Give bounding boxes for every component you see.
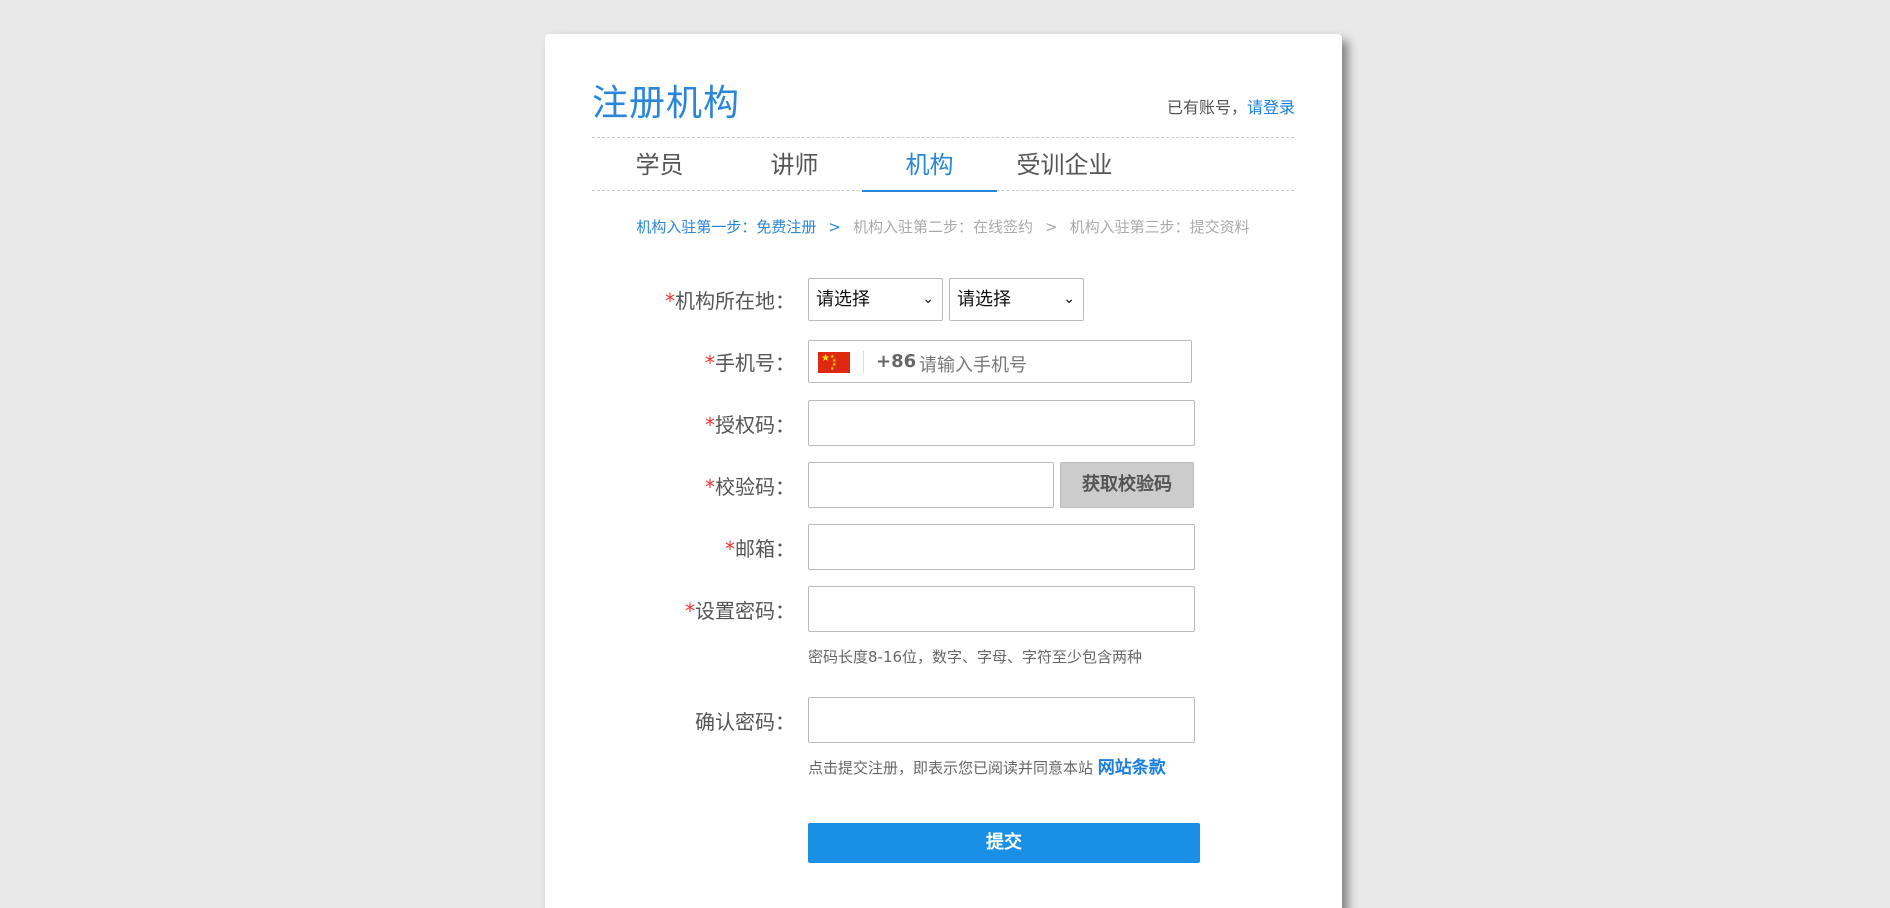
terms-hint: 点击提交注册，即表示您已阅读并同意本站 网站条款 [808,758,1166,778]
auth-code-label: *授权码： [705,413,795,437]
phone-input[interactable]: ★ ★ ★ ★ ★ +86 请输入手机号 [808,340,1192,383]
phone-placeholder: 请输入手机号 [919,355,1027,376]
step-2: 机构入驻第二步：在线签约 [852,218,1033,236]
confirm-password-field[interactable] [808,697,1195,743]
tab-enterprise[interactable]: 受训企业 [997,138,1132,190]
submit-button[interactable]: 提交 [808,823,1200,863]
email-label: *邮箱： [725,537,795,561]
email-field[interactable] [808,524,1195,570]
tab-institution[interactable]: 机构 [862,138,997,192]
tab-teacher[interactable]: 讲师 [727,138,862,190]
divider [863,351,864,373]
country-code[interactable]: +86 [876,351,916,372]
step-arrow: > [828,218,841,236]
city-select[interactable]: 请选择 ⌄ [949,278,1084,321]
step-1: 机构入驻第一步：免费注册 [636,218,817,236]
role-tabs: 学员 讲师 机构 受训企业 [592,137,1294,192]
page-title: 注册机构 [592,83,741,124]
chevron-down-icon: ⌄ [1063,291,1075,307]
registration-steps: 机构入驻第一步：免费注册 > 机构入驻第二步：在线签约 > 机构入驻第三步：提交资料 [592,216,1294,237]
password-label: *设置密码： [685,599,795,623]
tab-student[interactable]: 学员 [592,138,727,190]
login-prefix: 已有账号， [1166,98,1247,117]
verify-code-input[interactable] [808,462,1054,508]
location-label: *机构所在地： [665,289,795,313]
verify-code-label: *校验码： [705,475,795,499]
phone-label: *手机号： [705,351,795,375]
auth-code-input[interactable] [808,400,1195,446]
step-3: 机构入驻第三步：提交资料 [1069,218,1250,236]
login-hint: 已有账号，请登录 [1167,94,1295,118]
get-code-button[interactable]: 获取校验码 [1060,462,1194,508]
step-arrow: > [1045,218,1058,236]
confirm-password-label: 确认密码： [695,710,795,734]
china-flag-icon: ★ ★ ★ ★ ★ [818,352,850,373]
terms-link[interactable]: 网站条款 [1098,758,1166,778]
login-link[interactable]: 请登录 [1247,98,1295,117]
chevron-down-icon: ⌄ [922,291,934,307]
password-hint: 密码长度8-16位，数字、字母、字符至少包含两种 [808,648,1143,666]
register-card: 注册机构 已有账号，请登录 学员 讲师 机构 受训企业 机构入驻第一步：免费注册… [545,34,1342,908]
password-field[interactable] [808,586,1195,632]
province-select[interactable]: 请选择 ⌄ [808,278,943,321]
